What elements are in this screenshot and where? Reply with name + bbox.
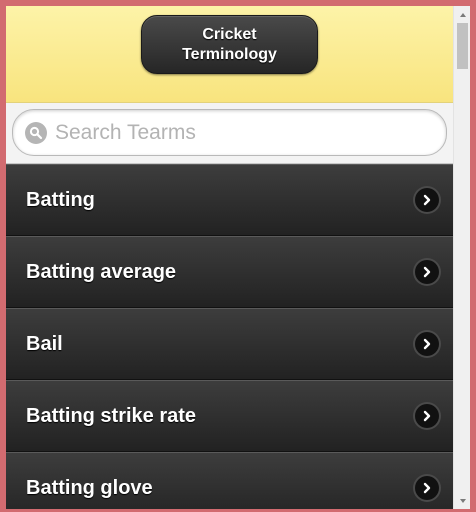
term-list: Batting Batting average Bail Batting str…	[6, 164, 453, 509]
scroll-up-arrow-icon[interactable]	[454, 6, 471, 23]
search-icon	[25, 121, 47, 144]
chevron-right-icon	[415, 188, 439, 212]
search-input[interactable]	[55, 120, 415, 145]
title-button[interactable]: Cricket Terminology	[141, 15, 318, 74]
list-item-label: Batting average	[26, 260, 177, 283]
list-item[interactable]: Batting glove	[6, 452, 453, 509]
list-item-label: Bail	[26, 332, 63, 355]
list-item[interactable]: Batting average	[6, 236, 453, 308]
vertical-scrollbar[interactable]	[453, 6, 470, 509]
chevron-right-icon	[415, 332, 439, 356]
header-bar: Cricket Terminology	[6, 6, 453, 103]
chevron-right-icon	[415, 260, 439, 284]
search-box[interactable]	[12, 109, 447, 156]
list-item-label: Batting strike rate	[26, 404, 197, 427]
list-item[interactable]: Batting strike rate	[6, 380, 453, 452]
list-item-label: Batting glove	[26, 476, 153, 499]
list-item[interactable]: Batting	[6, 164, 453, 236]
list-item[interactable]: Bail	[6, 308, 453, 380]
list-item-label: Batting	[26, 188, 95, 211]
scroll-down-arrow-icon[interactable]	[454, 492, 471, 509]
chevron-right-icon	[415, 404, 439, 428]
search-bar	[6, 103, 453, 164]
app-window: Cricket Terminology Batting Batting aver…	[6, 6, 453, 509]
scrollbar-thumb[interactable]	[457, 23, 468, 69]
chevron-right-icon	[415, 476, 439, 500]
